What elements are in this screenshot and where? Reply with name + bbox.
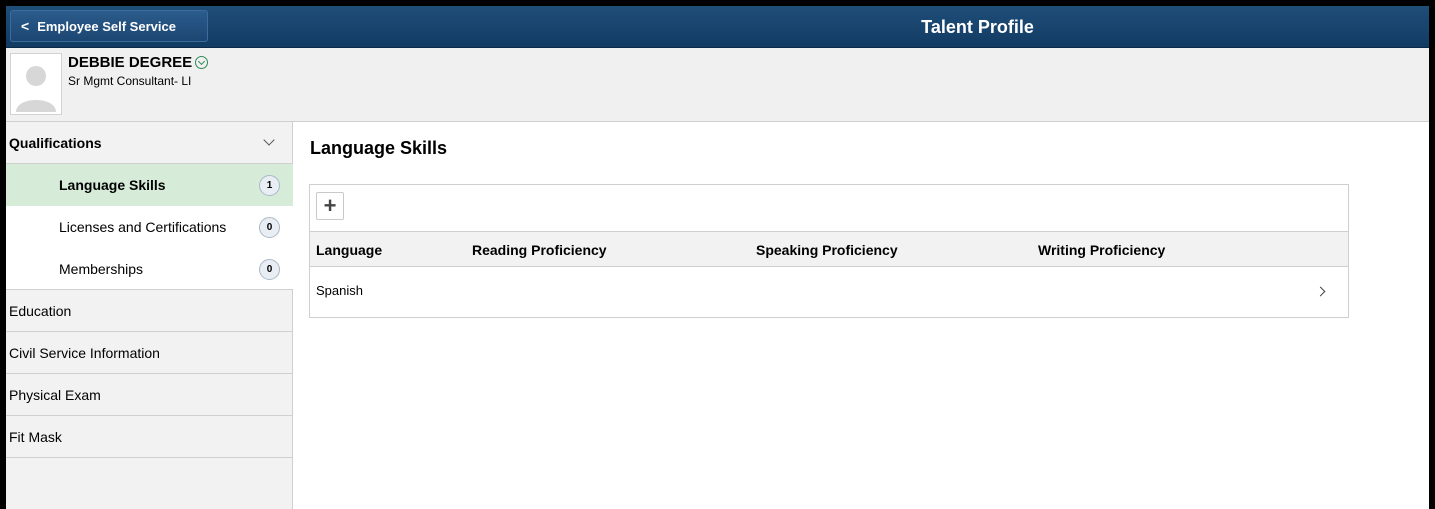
- chevron-right-icon[interactable]: [1315, 286, 1326, 297]
- column-header-speaking-proficiency: Speaking Proficiency: [756, 242, 898, 258]
- count-badge: 1: [259, 175, 280, 196]
- chevron-left-icon: <: [21, 18, 30, 34]
- sidebar-item-label: Language Skills: [59, 177, 166, 193]
- sidebar-item-label: Physical Exam: [9, 386, 101, 403]
- chevron-down-icon[interactable]: [263, 134, 275, 146]
- avatar: [10, 53, 62, 115]
- sidebar-item-label: Civil Service Information: [9, 344, 160, 361]
- person-silhouette-icon: [11, 54, 61, 114]
- table-row[interactable]: Spanish: [310, 267, 1348, 317]
- section-title: Language Skills: [310, 138, 448, 158]
- count-badge: 0: [259, 217, 280, 238]
- sidebar-item-physical-exam[interactable]: Physical Exam: [6, 374, 293, 416]
- sidebar-item-memberships[interactable]: Memberships 0: [6, 248, 293, 290]
- sidebar-group-qualifications[interactable]: Qualifications: [6, 122, 293, 164]
- sidebar-item-civil-service-information[interactable]: Civil Service Information: [6, 332, 293, 374]
- sidebar: Qualifications Language Skills 1 License…: [6, 122, 293, 509]
- sidebar-item-language-skills[interactable]: Language Skills 1: [6, 164, 293, 206]
- employee-name[interactable]: DEBBIE DEGREE: [68, 54, 209, 71]
- column-header-language: Language: [316, 242, 383, 258]
- sidebar-item-label: Memberships: [59, 260, 144, 277]
- column-header-reading-proficiency: Reading Proficiency: [472, 242, 607, 258]
- sidebar-item-education[interactable]: Education: [6, 290, 293, 332]
- back-button[interactable]: < Employee Self Service: [10, 10, 208, 42]
- top-banner: < Employee Self Service Talent Profile: [6, 6, 1429, 48]
- sidebar-group-label: Qualifications: [9, 134, 102, 151]
- plus-icon: +: [323, 193, 337, 218]
- cell-language: Spanish: [316, 283, 363, 298]
- sidebar-item-licenses-and-certifications[interactable]: Licenses and Certifications 0: [6, 206, 293, 248]
- sidebar-item-label: Licenses and Certifications: [59, 219, 227, 235]
- employee-job-title: Sr Mgmt Consultant- LI: [68, 74, 192, 88]
- column-header-writing-proficiency: Writing Proficiency: [1038, 242, 1166, 258]
- count-badge: 0: [259, 259, 280, 280]
- employee-banner: DEBBIE DEGREE Sr Mgmt Consultant- LI: [6, 48, 1429, 122]
- circle-chevron-down-icon[interactable]: [195, 56, 209, 69]
- sidebar-item-label: Education: [9, 302, 72, 319]
- grid-header-row: Language Reading Proficiency Speaking Pr…: [310, 231, 1348, 267]
- employee-name-text: DEBBIE DEGREE: [68, 54, 193, 71]
- language-skills-grid: + Language Reading Proficiency Speaking …: [309, 184, 1349, 318]
- page-title: Talent Profile: [921, 17, 1034, 37]
- sidebar-item-fit-mask[interactable]: Fit Mask: [6, 416, 293, 458]
- back-button-label: Employee Self Service: [37, 18, 176, 34]
- sidebar-item-label: Fit Mask: [9, 428, 62, 445]
- add-button[interactable]: +: [316, 192, 344, 220]
